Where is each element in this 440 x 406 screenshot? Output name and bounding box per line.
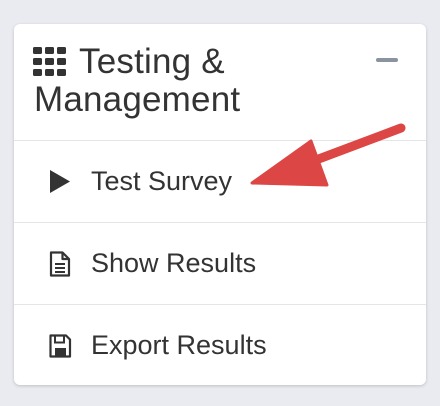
minus-icon [376, 58, 398, 62]
document-icon [48, 251, 72, 277]
menu-item-label: Show Results [91, 248, 257, 278]
testing-management-panel: Testing & Management Test Survey Show Re… [14, 24, 426, 385]
menu-item-export-results[interactable]: Export Results [14, 305, 426, 385]
panel-title: Testing & Management [34, 42, 241, 119]
collapse-button[interactable] [376, 56, 398, 66]
floppy-disk-icon [48, 333, 72, 359]
menu-item-show-results[interactable]: Show Results [14, 223, 426, 305]
menu-item-label: Test Survey [91, 166, 233, 196]
menu-item-label: Export Results [91, 330, 267, 360]
menu-item-test-survey[interactable]: Test Survey [14, 141, 426, 223]
play-icon [48, 169, 72, 195]
panel-header: Testing & Management [14, 24, 426, 141]
